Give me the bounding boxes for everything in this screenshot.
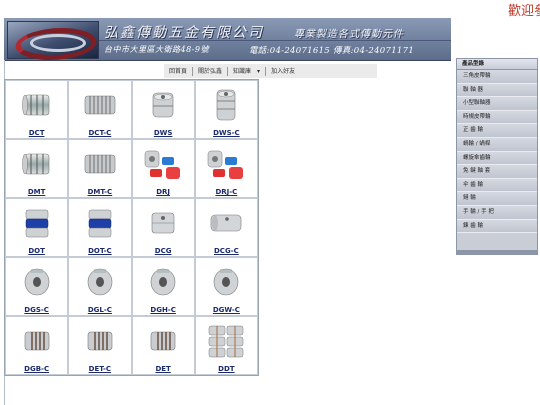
product-card[interactable]: DRJ-C — [194, 139, 258, 198]
product-code-link[interactable]: DWS — [133, 129, 194, 137]
product-code-link[interactable]: DCG-C — [196, 247, 257, 255]
dropdown-arrow-icon: ▾ — [257, 67, 261, 75]
nav-about[interactable]: 關於弘鑫 — [193, 66, 229, 76]
sidebar-item[interactable]: 時規皮帶輪 — [457, 110, 537, 125]
product-card[interactable]: DRJ — [131, 139, 195, 198]
oldham-coupling-icon[interactable] — [15, 202, 59, 244]
nav-knowledge[interactable]: 知識庫 ▾ — [228, 66, 267, 76]
product-code-link[interactable]: DGH-C — [133, 306, 194, 314]
product-code-link[interactable]: DCG — [133, 247, 194, 255]
rigid-coupling-icon[interactable] — [141, 202, 185, 244]
coupling-slit-icon[interactable] — [15, 84, 59, 126]
company-address: 台中市大里區大衛路48-9號 — [104, 45, 209, 54]
product-code-link[interactable]: DGS-C — [6, 306, 67, 314]
sidebar-title: 產品型錄 — [457, 59, 537, 70]
product-card[interactable]: DGW-C — [194, 257, 258, 316]
product-card[interactable]: DGH-C — [131, 257, 195, 316]
disc-coupling-icon[interactable] — [15, 261, 59, 303]
product-code-link[interactable]: DCT — [6, 129, 67, 137]
product-card[interactable]: DWS-C — [194, 80, 258, 139]
disc-coupling-icon[interactable] — [78, 261, 122, 303]
disc-coupling-icon[interactable] — [141, 261, 185, 303]
product-card[interactable]: DGL-C — [68, 257, 132, 316]
nav-add-friend[interactable]: 加入好友 — [266, 67, 300, 76]
product-card[interactable]: DGB-C — [5, 316, 69, 375]
jaw-coupling-parts-icon[interactable] — [141, 143, 185, 185]
product-card[interactable]: DMT — [5, 139, 69, 198]
product-grid: DCT DCT-C DWS DWS-C DMT DMT-C DRJ DRJ-C DOT DOT-C… — [4, 79, 259, 376]
sidebar-item[interactable]: 聯 軸 器 — [457, 83, 537, 98]
product-card[interactable]: DCT-C — [68, 80, 132, 139]
product-code-link[interactable]: DOT-C — [69, 247, 130, 255]
sidebar-item[interactable]: 伞 齒 輪 — [457, 178, 537, 193]
company-phone-fax: 電話:04-24071615 傳真:04-24071171 — [249, 46, 415, 56]
marquee-text: 歡迎參 — [508, 4, 540, 19]
coupling-slit-long-icon[interactable] — [78, 84, 122, 126]
product-card[interactable]: DMT-C — [68, 139, 132, 198]
oldham-coupling-icon[interactable] — [78, 202, 122, 244]
product-card[interactable]: DWS — [131, 80, 195, 139]
sidebar-item[interactable]: 鍊 齒 輪 — [457, 219, 537, 234]
coupling-clamp-long-icon[interactable] — [204, 84, 248, 126]
sidebar-item[interactable]: 螺旋傘齒輪 — [457, 151, 537, 166]
product-card[interactable]: DCG-C — [194, 198, 258, 257]
product-code-link[interactable]: DET-C — [69, 365, 130, 373]
product-card[interactable]: DGS-C — [5, 257, 69, 316]
product-card[interactable]: DCT — [5, 80, 69, 139]
nav-home[interactable]: 回首頁 — [164, 66, 194, 76]
bellows-coupling-icon[interactable] — [78, 320, 122, 362]
product-card[interactable]: DET-C — [68, 316, 132, 375]
product-code-link[interactable]: DMT — [6, 188, 67, 196]
sidebar-item[interactable]: 小型聯軸器 — [457, 97, 537, 111]
rigid-coupling-long-icon[interactable] — [204, 202, 248, 244]
product-code-link[interactable]: DDT — [196, 365, 257, 373]
sidebar-item[interactable]: 手 輪 / 手 把 — [457, 205, 537, 220]
jaw-coupling-parts-icon[interactable] — [204, 143, 248, 185]
product-code-link[interactable]: DET — [133, 365, 194, 373]
bellows-coupling-icon[interactable] — [15, 320, 59, 362]
product-code-link[interactable]: DRJ — [133, 188, 194, 196]
disc-coupling-icon[interactable] — [204, 261, 248, 303]
bellows-coupling-icon[interactable] — [141, 320, 185, 362]
sidebar-item[interactable]: 三角皮帶輪 — [457, 70, 537, 84]
coupling-clamp-icon[interactable] — [141, 84, 185, 126]
bellows-coupling-stack-icon[interactable] — [204, 320, 248, 362]
product-code-link[interactable]: DRJ-C — [196, 188, 257, 196]
company-slogan: 專業製造各式傳動元件 — [294, 29, 404, 40]
product-code-link[interactable]: DWS-C — [196, 129, 257, 137]
product-code-link[interactable]: DCT-C — [69, 129, 130, 137]
product-card[interactable]: DOT-C — [68, 198, 132, 257]
site-header: 弘鑫傳動五金有限公司 專業製造各式傳動元件 台中市大里區大衛路48-9號 電話:… — [4, 18, 451, 61]
product-card[interactable]: DDT — [194, 316, 258, 375]
product-card[interactable]: DOT — [5, 198, 69, 257]
coupling-slit-icon[interactable] — [15, 143, 59, 185]
product-catalog-sidebar: 產品型錄 三角皮帶輪聯 軸 器小型聯軸器 時規皮帶輪正 齒 輪蝸輪 / 蝸桿 螺旋傘… — [456, 58, 538, 255]
sidebar-item[interactable]: 蝸輪 / 蝸桿 — [457, 137, 537, 152]
product-card[interactable]: DET — [131, 316, 195, 375]
sidebar-item[interactable]: 鏈 輪 — [457, 192, 537, 206]
product-code-link[interactable]: DGL-C — [69, 306, 130, 314]
sidebar-item[interactable]: 免 鍵 軸 套 — [457, 165, 537, 179]
product-card[interactable]: DCG — [131, 198, 195, 257]
company-logo — [7, 21, 102, 60]
sidebar-item[interactable]: 正 齒 輪 — [457, 124, 537, 138]
product-code-link[interactable]: DMT-C — [69, 188, 130, 196]
coupling-slit-long-icon[interactable] — [78, 143, 122, 185]
product-code-link[interactable]: DGB-C — [6, 365, 67, 373]
product-code-link[interactable]: DOT — [6, 247, 67, 255]
company-name: 弘鑫傳動五金有限公司 — [104, 25, 264, 41]
product-code-link[interactable]: DGW-C — [196, 306, 257, 314]
top-navigation: 回首頁 關於弘鑫 知識庫 ▾ 加入好友 — [164, 64, 377, 78]
